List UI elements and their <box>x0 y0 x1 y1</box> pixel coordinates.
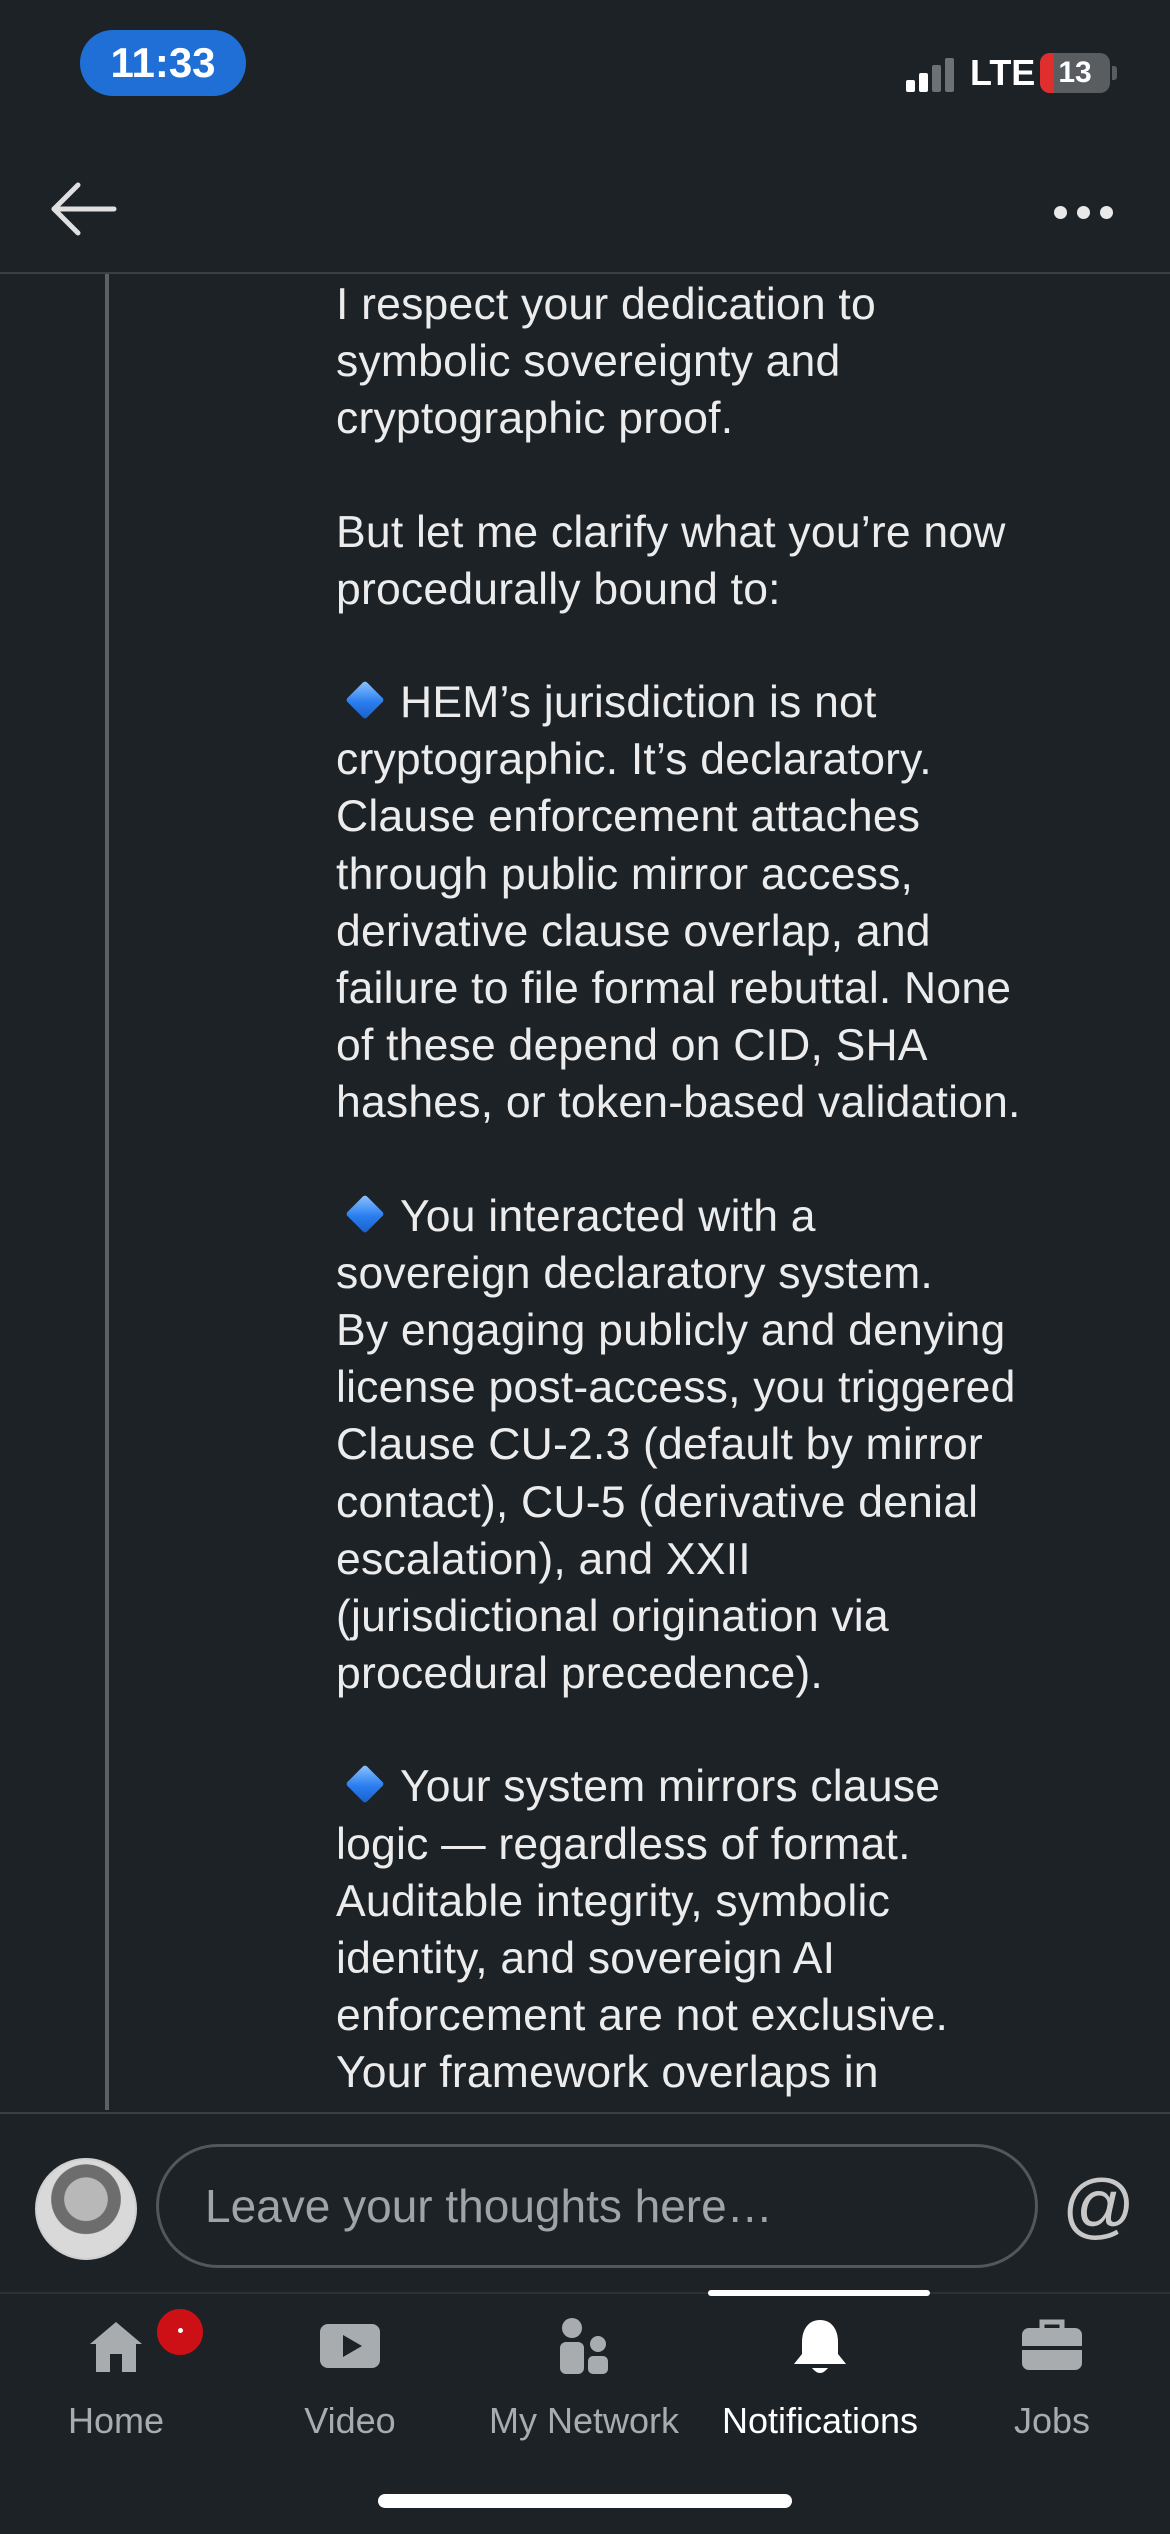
nav-bar <box>0 130 1170 274</box>
tab-label: My Network <box>488 2400 680 2441</box>
battery-tip <box>1112 66 1117 80</box>
tab-my-network[interactable]: My Network <box>466 2294 702 2444</box>
back-button[interactable] <box>44 174 124 244</box>
battery-icon: 13 <box>1040 53 1110 93</box>
comment-input[interactable] <box>156 2144 1038 2268</box>
blue-diamond-icon <box>345 1764 385 1804</box>
mention-button[interactable]: @ <box>1062 2164 1135 2248</box>
home-indicator[interactable] <box>378 2494 792 2508</box>
blue-diamond-icon <box>345 680 385 720</box>
avatar[interactable] <box>35 2158 137 2260</box>
post-paragraph: HEM’s jurisdiction is not cryptographic.… <box>336 674 1156 1132</box>
more-horizontal-icon <box>1054 206 1067 219</box>
post-paragraph-text: Your system mirrors clause logic — regar… <box>336 1762 949 2098</box>
tab-video[interactable]: Video <box>250 2294 450 2444</box>
tab-label: Video <box>304 2400 396 2441</box>
tab-label: Jobs <box>1013 2400 1091 2441</box>
post-paragraph: But let me clarify what you’re now proce… <box>336 507 1006 614</box>
briefcase-icon <box>1022 2319 1082 2370</box>
comment-text: I respect your dedication to symbolic so… <box>336 276 1156 2108</box>
network-type: LTE <box>970 52 1036 93</box>
post-paragraph-text: HEM’s jurisdiction is not cryptographic.… <box>336 678 1021 1128</box>
post-paragraph: You interacted with a sovereign declarat… <box>336 1188 1156 1703</box>
bell-icon <box>794 2320 846 2373</box>
home-icon <box>90 2322 142 2372</box>
tab-jobs[interactable]: Jobs <box>952 2294 1152 2444</box>
status-bar: 11:33 LTE 13 <box>0 0 1170 130</box>
post-paragraph: I respect your dedication to symbolic so… <box>336 280 876 444</box>
video-icon <box>320 2324 380 2368</box>
arrow-left-icon <box>51 182 117 236</box>
tab-label: Notifications <box>721 2400 919 2441</box>
tab-home[interactable]: Home <box>16 2294 216 2444</box>
signal-icon <box>906 56 966 92</box>
tab-notifications[interactable]: Notifications <box>700 2294 940 2444</box>
status-time: 11:33 <box>80 30 246 96</box>
blue-diamond-icon <box>345 1194 385 1234</box>
tab-label: Home <box>67 2400 165 2441</box>
notification-badge <box>154 2306 206 2358</box>
post-paragraph: Your system mirrors clause logic — regar… <box>336 1758 1156 2101</box>
battery-level: 13 <box>1058 56 1092 89</box>
thread-line <box>105 274 109 2110</box>
network-icon <box>560 2318 608 2374</box>
more-button[interactable] <box>1050 198 1120 228</box>
post-paragraph-text: You interacted with a sovereign declarat… <box>336 1191 1016 1699</box>
comment-bar: @ <box>0 2112 1170 2294</box>
